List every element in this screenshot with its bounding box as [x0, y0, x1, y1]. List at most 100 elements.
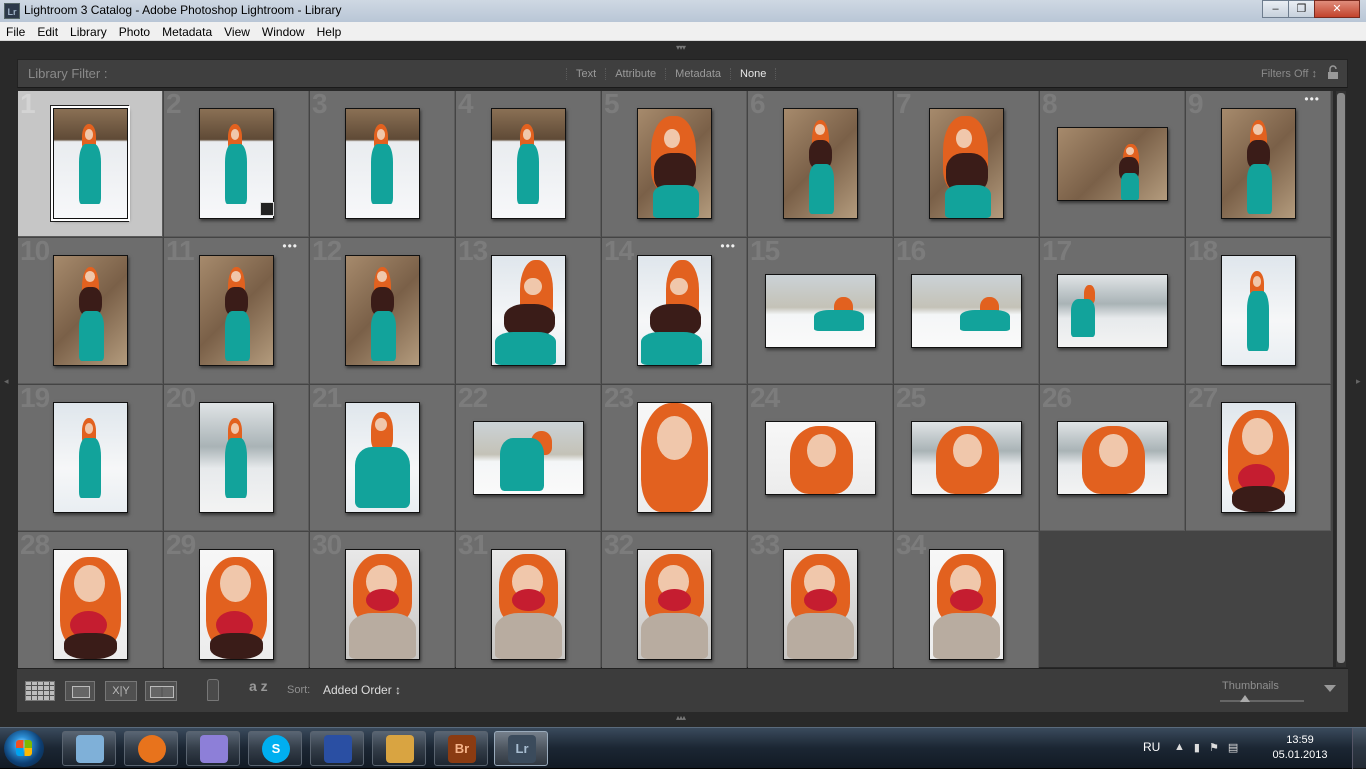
photo-thumbnail[interactable]	[1057, 421, 1168, 495]
photo-cell[interactable]: 13	[456, 238, 601, 384]
filter-attribute-tab[interactable]: Attribute	[605, 68, 665, 80]
photo-cell[interactable]: 2	[164, 91, 309, 237]
photo-cell[interactable]: 20	[164, 385, 309, 531]
menu-file[interactable]: File	[0, 22, 31, 41]
scrollbar-thumb[interactable]	[1337, 93, 1345, 663]
filter-presets-dropdown[interactable]: Filters Off ↕	[1261, 68, 1317, 80]
action-center-flag-icon[interactable]: ⚑	[1209, 741, 1219, 754]
develop-adjustment-badge-icon[interactable]	[260, 202, 274, 216]
photo-thumbnail[interactable]	[53, 549, 128, 660]
taskbar-firefox-button[interactable]	[124, 731, 178, 766]
photo-thumbnail[interactable]	[783, 108, 858, 219]
photo-thumbnail[interactable]	[491, 108, 566, 219]
photo-thumbnail[interactable]	[1057, 127, 1168, 201]
photo-thumbnail[interactable]	[929, 108, 1004, 219]
loupe-view-button[interactable]	[65, 681, 95, 701]
photo-cell[interactable]: 11 •••	[164, 238, 309, 384]
photo-thumbnail[interactable]	[637, 255, 712, 366]
photo-thumbnail[interactable]	[491, 255, 566, 366]
photo-thumbnail[interactable]	[199, 549, 274, 660]
menu-metadata[interactable]: Metadata	[156, 22, 218, 41]
menu-edit[interactable]: Edit	[31, 22, 64, 41]
toolbar-content-menu-icon[interactable]	[1324, 685, 1336, 692]
photo-thumbnail[interactable]	[911, 274, 1022, 348]
lock-icon[interactable]	[1327, 65, 1339, 80]
photo-thumbnail[interactable]	[345, 108, 420, 219]
stack-indicator-icon[interactable]: •••	[720, 239, 736, 253]
menu-view[interactable]: View	[218, 22, 256, 41]
taskbar-explorer-button[interactable]	[62, 731, 116, 766]
photo-cell[interactable]: 3	[310, 91, 455, 237]
photo-thumbnail[interactable]	[637, 108, 712, 219]
photo-cell[interactable]: 29	[164, 532, 309, 678]
photo-cell[interactable]: 5	[602, 91, 747, 237]
language-indicator[interactable]: RU	[1143, 740, 1160, 754]
photo-cell[interactable]: 22	[456, 385, 601, 531]
photo-thumbnail[interactable]	[929, 549, 1004, 660]
compare-view-button[interactable]: X|Y	[105, 681, 137, 701]
photo-cell[interactable]: 33	[748, 532, 893, 678]
stack-indicator-icon[interactable]: •••	[282, 239, 298, 253]
power-icon[interactable]: ▮	[1194, 741, 1200, 754]
photo-cell[interactable]: 25	[894, 385, 1039, 531]
photo-cell[interactable]: 12	[310, 238, 455, 384]
menu-library[interactable]: Library	[64, 22, 113, 41]
photo-cell[interactable]: 14 •••	[602, 238, 747, 384]
menu-help[interactable]: Help	[311, 22, 348, 41]
photo-thumbnail[interactable]	[765, 421, 876, 495]
photo-cell[interactable]: 26	[1040, 385, 1185, 531]
thumbnail-size-slider-knob[interactable]	[1240, 695, 1251, 702]
survey-view-button[interactable]	[145, 681, 177, 701]
taskbar-paint-button[interactable]	[372, 731, 426, 766]
photo-cell[interactable]: 18	[1186, 238, 1331, 384]
stack-indicator-icon[interactable]: •••	[1304, 92, 1320, 106]
photo-cell[interactable]: 17	[1040, 238, 1185, 384]
photo-thumbnail[interactable]	[345, 255, 420, 366]
photo-thumbnail[interactable]	[53, 255, 128, 366]
show-hidden-icons-icon[interactable]: ▲	[1174, 741, 1185, 754]
photo-thumbnail[interactable]	[51, 106, 130, 221]
filter-none-tab[interactable]: None	[730, 68, 777, 80]
photo-cell[interactable]: 23	[602, 385, 747, 531]
lightroom-app-icon[interactable]: Lr	[4, 3, 20, 19]
bottom-panel-toggle-icon[interactable]: ▴▴▴	[676, 713, 686, 722]
photo-thumbnail[interactable]	[1221, 108, 1296, 219]
photo-thumbnail[interactable]	[491, 549, 566, 660]
photo-cell[interactable]: 31	[456, 532, 601, 678]
grid-scrollbar[interactable]	[1336, 91, 1346, 667]
photo-cell[interactable]: 4	[456, 91, 601, 237]
sort-order-dropdown[interactable]: Added Order ↕	[323, 683, 401, 697]
photo-cell[interactable]: 10	[18, 238, 163, 384]
photo-thumbnail[interactable]	[199, 255, 274, 366]
photo-thumbnail[interactable]	[1221, 255, 1296, 366]
photo-thumbnail[interactable]	[911, 421, 1022, 495]
photo-thumbnail[interactable]	[345, 402, 420, 513]
photo-cell[interactable]: 34	[894, 532, 1039, 678]
photo-thumbnail[interactable]	[473, 421, 584, 495]
show-desktop-button[interactable]	[1352, 728, 1366, 769]
thumbnail-size-slider[interactable]	[1220, 700, 1304, 702]
menu-photo[interactable]: Photo	[113, 22, 156, 41]
photo-cell[interactable]: 30	[310, 532, 455, 678]
photo-thumbnail[interactable]	[783, 549, 858, 660]
photo-cell[interactable]: 32	[602, 532, 747, 678]
photo-cell[interactable]: 16	[894, 238, 1039, 384]
photo-cell[interactable]: 28	[18, 532, 163, 678]
photo-cell[interactable]: 6	[748, 91, 893, 237]
network-icon[interactable]: ▤	[1228, 741, 1238, 754]
photo-thumbnail[interactable]	[1057, 274, 1168, 348]
photo-thumbnail[interactable]	[345, 549, 420, 660]
taskbar-skype-button[interactable]: S	[248, 731, 302, 766]
photo-cell[interactable]: 9 •••	[1186, 91, 1331, 237]
menu-window[interactable]: Window	[256, 22, 311, 41]
photo-cell[interactable]: 21	[310, 385, 455, 531]
left-panel-toggle-icon[interactable]: ◂	[4, 376, 9, 387]
clock[interactable]: 13:59 05.01.2013	[1270, 733, 1330, 763]
sort-direction-icon[interactable]: a z	[249, 678, 279, 704]
grid-view-button[interactable]	[25, 681, 55, 701]
close-button[interactable]: ✕	[1314, 0, 1360, 18]
start-button[interactable]	[4, 730, 44, 767]
photo-cell[interactable]: 27	[1186, 385, 1331, 531]
minimize-button[interactable]: –	[1262, 0, 1289, 18]
photo-cell[interactable]: 15	[748, 238, 893, 384]
